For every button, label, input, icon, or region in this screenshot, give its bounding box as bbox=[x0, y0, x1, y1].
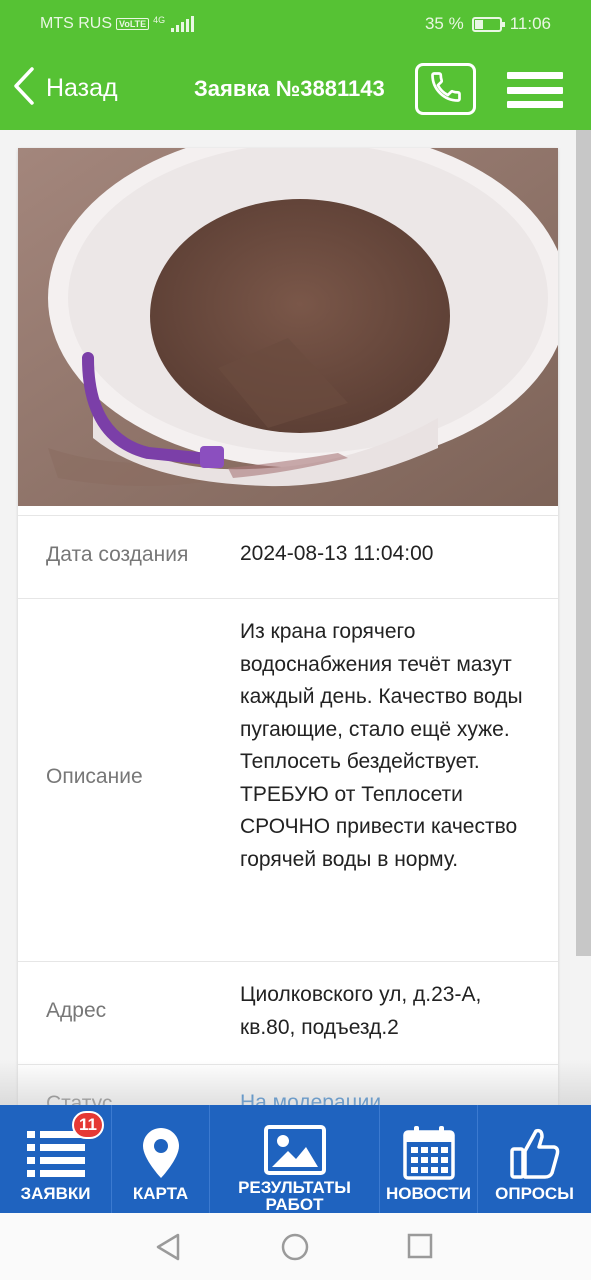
chevron-left-icon bbox=[12, 66, 36, 111]
recents-square-icon[interactable] bbox=[407, 1233, 433, 1264]
back-button[interactable]: Назад bbox=[12, 66, 118, 111]
created-label: Дата создания bbox=[46, 543, 189, 566]
address-value: Циолковского ул, д.23-А, кв.80, подъезд.… bbox=[240, 983, 482, 1039]
volte-badge: VoLTE bbox=[116, 18, 150, 30]
description-row: Описание Из крана горячего водоснабжения… bbox=[18, 598, 558, 961]
nav-polls[interactable]: ОПРОСЫ bbox=[478, 1105, 591, 1213]
back-triangle-icon[interactable] bbox=[155, 1233, 181, 1266]
battery-icon bbox=[471, 16, 505, 32]
network-type: 4G bbox=[153, 15, 166, 25]
home-circle-icon[interactable] bbox=[281, 1233, 309, 1266]
nav-map[interactable]: КАРТА bbox=[112, 1105, 210, 1213]
page-title: Заявка №3881143 bbox=[194, 76, 385, 101]
scrollbar[interactable] bbox=[576, 130, 591, 956]
battery-percent: 35 % bbox=[424, 14, 464, 33]
nav-polls-label: ОПРОСЫ bbox=[495, 1184, 574, 1203]
calendar-icon bbox=[402, 1125, 455, 1181]
call-button[interactable] bbox=[415, 63, 476, 115]
nav-news-label: НОВОСТИ bbox=[385, 1184, 472, 1203]
back-label: Назад bbox=[46, 74, 118, 102]
status-label: Статус bbox=[46, 1092, 113, 1105]
menu-button[interactable] bbox=[507, 72, 565, 108]
created-row: Дата создания 2024-08-13 11:04:00 bbox=[18, 515, 558, 598]
description-value: Из крана горячего водоснабжения течёт ма… bbox=[240, 620, 523, 871]
address-label: Адрес bbox=[46, 999, 107, 1022]
nav-requests[interactable]: ЗАЯВКИ 11 bbox=[0, 1105, 112, 1213]
system-navigation-bar bbox=[0, 1213, 591, 1280]
app-screen: MTS RUS VoLTE 4G 35 % 11:06 Назад Заявка… bbox=[0, 0, 591, 1280]
status-right: 35 % 11:06 bbox=[425, 14, 551, 34]
status-value[interactable]: На модерации bbox=[240, 1087, 540, 1105]
requests-count-badge: 11 bbox=[72, 1111, 104, 1139]
status-bar: MTS RUS VoLTE 4G 35 % 11:06 bbox=[0, 0, 591, 48]
request-card: Дата создания 2024-08-13 11:04:00 Описан… bbox=[18, 148, 558, 1105]
carrier-name: MTS RUS bbox=[40, 15, 112, 32]
app-header: Назад Заявка №3881143 bbox=[0, 48, 591, 130]
status-left: MTS RUS VoLTE 4G bbox=[40, 15, 195, 33]
image-icon bbox=[263, 1125, 326, 1175]
description-label: Описание bbox=[46, 765, 143, 788]
nav-results-label: РЕЗУЛЬТАТЫ РАБОТ bbox=[238, 1178, 351, 1214]
address-row: Адрес Циолковского ул, д.23-А, кв.80, по… bbox=[18, 961, 558, 1064]
created-value: 2024-08-13 11:04:00 bbox=[240, 542, 434, 565]
thumbs-up-icon bbox=[509, 1125, 560, 1181]
nav-results[interactable]: РЕЗУЛЬТАТЫ РАБОТ bbox=[210, 1105, 380, 1213]
bottom-navigation: ЗАЯВКИ 11 КАРТА РЕЗУЛЬТАТЫ РАБОТ НОВОСТИ… bbox=[0, 1105, 591, 1213]
nav-requests-label: ЗАЯВКИ bbox=[20, 1184, 91, 1203]
content-area[interactable]: Дата создания 2024-08-13 11:04:00 Описан… bbox=[0, 130, 591, 1105]
nav-map-label: КАРТА bbox=[132, 1184, 189, 1203]
status-row: Статус На модерации bbox=[18, 1064, 558, 1105]
phone-icon bbox=[428, 69, 464, 110]
map-pin-icon bbox=[142, 1125, 179, 1181]
battery-fill bbox=[474, 19, 483, 29]
signal-icon bbox=[171, 16, 195, 32]
clock: 11:06 bbox=[509, 14, 551, 33]
request-photo[interactable] bbox=[18, 148, 558, 506]
nav-news[interactable]: НОВОСТИ bbox=[380, 1105, 478, 1213]
